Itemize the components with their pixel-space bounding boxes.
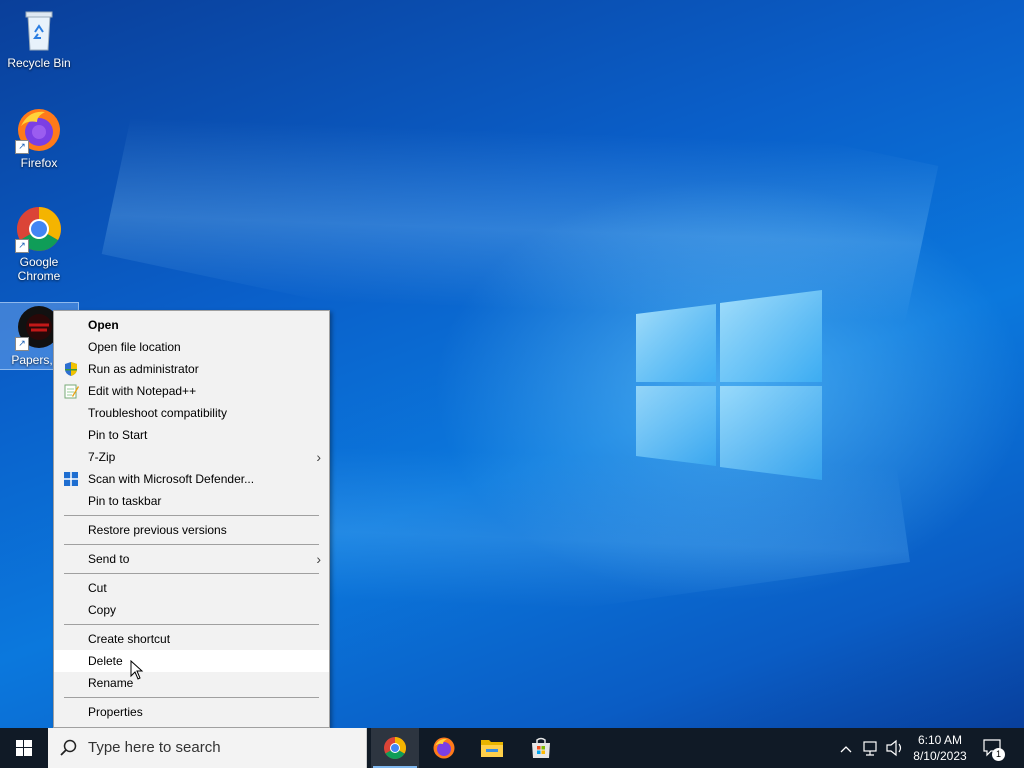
menu-item-label: Pin to Start: [88, 428, 148, 442]
network-icon[interactable]: [862, 728, 880, 768]
taskbar-clock[interactable]: 6:10 AM 8/10/2023: [905, 732, 975, 764]
windows-logo-wallpaper: [636, 290, 822, 480]
menu-item-label: Open: [88, 318, 119, 332]
menu-item-label: Cut: [88, 581, 107, 595]
desktop-icon-recycle-bin[interactable]: Recycle Bin: [0, 6, 78, 70]
menu-separator: [64, 544, 319, 545]
menu-item-label: Pin to taskbar: [88, 494, 162, 508]
mouse-cursor-icon: [130, 660, 144, 680]
menu-item-label: Create shortcut: [88, 632, 171, 646]
menu-item-label: Rename: [88, 676, 134, 690]
start-button[interactable]: [0, 728, 48, 768]
menu-item-restore-previous-versions[interactable]: Restore previous versions: [54, 519, 329, 541]
menu-item-label: 7-Zip: [88, 450, 116, 464]
menu-item-label: Edit with Notepad++: [88, 384, 197, 398]
menu-separator: [64, 697, 319, 698]
menu-item-rename[interactable]: Rename: [54, 672, 329, 694]
taskbar-app-chrome[interactable]: [371, 728, 419, 768]
menu-item-copy[interactable]: Copy: [54, 599, 329, 621]
menu-item-label: Send to: [88, 552, 130, 566]
desktop-icon-label: Firefox: [20, 156, 58, 170]
menu-item-label: Properties: [88, 705, 143, 719]
menu-separator: [64, 624, 319, 625]
menu-item-label: Troubleshoot compatibility: [88, 406, 227, 420]
notepadpp-icon: [64, 384, 79, 399]
menu-item-pin-to-taskbar[interactable]: Pin to taskbar: [54, 490, 329, 512]
taskbar-app-firefox[interactable]: [420, 728, 468, 768]
menu-item-open[interactable]: Open: [54, 314, 329, 336]
desktop-icon-google-chrome[interactable]: ↗ Google Chrome: [0, 205, 78, 283]
menu-item-7zip[interactable]: 7-Zip ›: [54, 446, 329, 468]
chrome-icon: [384, 737, 406, 759]
menu-item-pin-to-start[interactable]: Pin to Start: [54, 424, 329, 446]
menu-item-label: Open file location: [88, 340, 181, 354]
chevron-right-icon: ›: [316, 449, 321, 465]
windows-start-icon: [16, 740, 32, 756]
search-icon: [60, 739, 77, 756]
menu-item-troubleshoot-compatibility[interactable]: Troubleshoot compatibility: [54, 402, 329, 424]
menu-item-create-shortcut[interactable]: Create shortcut: [54, 628, 329, 650]
taskbar: Type here to search 6:10 AM 8/10/2023 1: [0, 728, 1024, 768]
menu-item-label: Delete: [88, 654, 123, 668]
firefox-icon: [433, 737, 455, 759]
menu-item-cut[interactable]: Cut: [54, 577, 329, 599]
clock-date: 8/10/2023: [913, 749, 967, 763]
shortcut-arrow-icon: ↗: [15, 239, 29, 253]
clock-time: 6:10 AM: [917, 733, 963, 747]
menu-item-send-to[interactable]: Send to ›: [54, 548, 329, 570]
firefox-icon: ↗: [15, 106, 63, 154]
shortcut-arrow-icon: ↗: [15, 337, 29, 351]
menu-item-run-as-administrator[interactable]: Run as administrator: [54, 358, 329, 380]
file-explorer-icon: [481, 740, 503, 757]
desktop-icon-label: Google Chrome: [17, 255, 61, 283]
notification-count-badge: 1: [992, 748, 1005, 761]
chrome-icon: ↗: [15, 205, 63, 253]
menu-separator: [64, 573, 319, 574]
show-hidden-icons-chevron-up-icon[interactable]: [838, 728, 854, 768]
context-menu: Open Open file location Run as administr…: [53, 310, 330, 728]
recycle-bin-icon: [15, 6, 63, 54]
menu-separator: [64, 515, 319, 516]
taskbar-app-microsoft-store[interactable]: [517, 728, 565, 768]
search-placeholder: Type here to search: [88, 739, 221, 756]
menu-item-edit-with-notepadpp[interactable]: Edit with Notepad++: [54, 380, 329, 402]
menu-item-properties[interactable]: Properties: [54, 701, 329, 723]
shortcut-arrow-icon: ↗: [15, 140, 29, 154]
menu-item-label: Scan with Microsoft Defender...: [88, 472, 255, 486]
defender-icon: [64, 472, 78, 486]
taskbar-search-box[interactable]: Type here to search: [48, 728, 367, 768]
desktop-icon-label: Recycle Bin: [7, 56, 71, 70]
chevron-right-icon: ›: [316, 551, 321, 567]
menu-item-delete[interactable]: Delete: [54, 650, 329, 672]
menu-item-label: Run as administrator: [88, 362, 199, 376]
taskbar-app-file-explorer[interactable]: [468, 728, 516, 768]
menu-item-open-file-location[interactable]: Open file location: [54, 336, 329, 358]
menu-item-label: Copy: [88, 603, 117, 617]
desktop-icon-firefox[interactable]: ↗ Firefox: [0, 106, 78, 170]
shield-icon: [65, 362, 77, 376]
volume-icon[interactable]: [885, 728, 905, 768]
microsoft-store-icon: [532, 737, 550, 758]
menu-item-scan-with-defender[interactable]: Scan with Microsoft Defender...: [54, 468, 329, 490]
action-center-button[interactable]: 1: [980, 728, 1010, 768]
menu-item-label: Restore previous versions: [88, 523, 227, 537]
